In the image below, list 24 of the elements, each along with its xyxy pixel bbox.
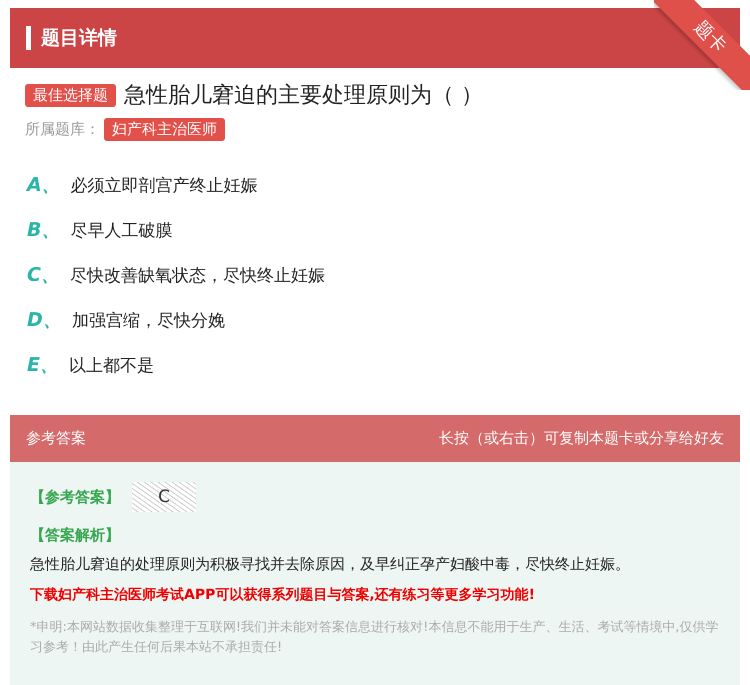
answer-label: 【参考答案】 <box>30 488 120 506</box>
answer-section-title: 参考答案 <box>26 429 86 448</box>
answer-value: C <box>132 482 196 512</box>
option-letter: A、 <box>27 173 61 198</box>
option-text: 尽早人工破膜 <box>70 220 172 242</box>
share-hint: 长按（或右击）可复制本题卡或分享给好友 <box>439 429 724 448</box>
option-text: 以上都不是 <box>68 354 154 376</box>
disclaimer-text: *申明:本网站数据收集整理于互联网!我们并未能对答案信息进行核对!本信息不能用于生产、生活、考试等情境中,仅供学习参考！由此产生任何后果本站不承担责任! <box>30 619 720 657</box>
bank-label: 所属题库： <box>25 120 100 139</box>
accent-bar <box>26 26 31 50</box>
option-letter: D、 <box>27 308 62 333</box>
option-text: 尽快改善缺氧状态，尽快终止妊娠 <box>70 264 325 286</box>
question-type-badge: 最佳选择题 <box>25 84 116 106</box>
promo-text: 下载妇产科主治医师考试APP可以获得系列题目与答案,还有练习等更多学习功能! <box>30 586 536 604</box>
analysis-label: 【答案解析】 <box>30 526 121 545</box>
question-text: 急性胎儿窘迫的主要处理原则为（ ） <box>124 82 483 110</box>
option-letter: B、 <box>27 218 60 243</box>
page-title: 题目详情 <box>41 26 117 51</box>
option-letter: E、 <box>27 353 59 378</box>
bank-badge[interactable]: 妇产科主治医师 <box>104 118 225 141</box>
option-letter: C、 <box>27 263 60 288</box>
option-text: 加强宫缩，尽快分娩 <box>72 310 225 332</box>
analysis-text: 急性胎儿窘迫的处理原则为积极寻找并去除原因，及早纠正孕产妇酸中毒，尽快终止妊娠。 <box>30 555 631 574</box>
option-text: 必须立即剖宫产终止妊娠 <box>70 174 258 196</box>
